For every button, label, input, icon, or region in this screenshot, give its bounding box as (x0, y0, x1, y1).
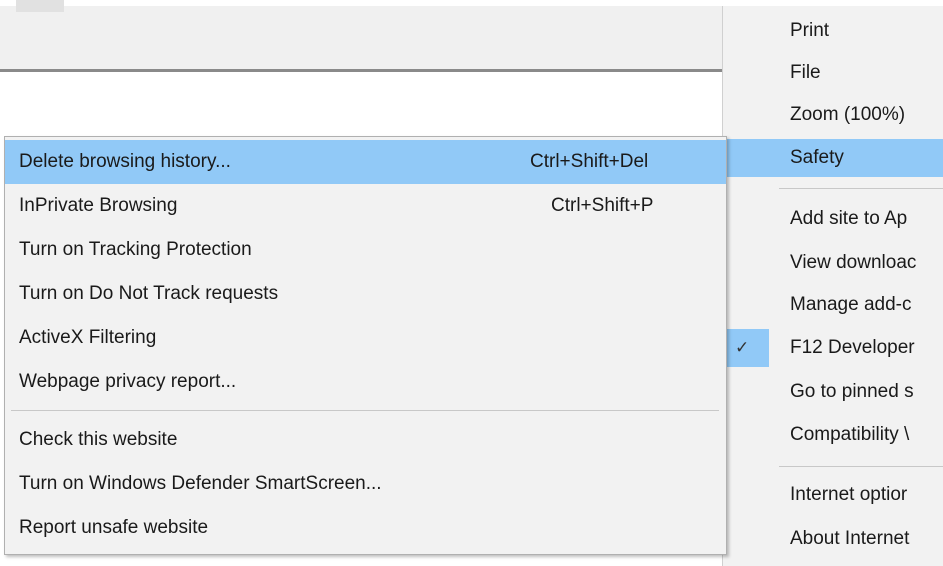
menu-item-label: Add site to Ap (790, 208, 908, 229)
browser-tab-stub[interactable] (16, 0, 64, 12)
submenu-item-delete-browsing-history[interactable]: Delete browsing history... Ctrl+Shift+De… (5, 140, 726, 184)
menu-item-zoom[interactable]: Zoom (100%) (723, 96, 943, 134)
menu-item-label: Internet optior (790, 484, 908, 505)
submenu-item-label: Turn on Tracking Protection (19, 239, 252, 260)
menu-item-label: F12 Developer (790, 337, 915, 358)
menu-item-label: Print (790, 20, 830, 41)
submenu-item-label: Turn on Windows Defender SmartScreen... (19, 473, 382, 494)
menu-item-safety[interactable]: Safety (723, 139, 943, 177)
submenu-item-label: ActiveX Filtering (19, 327, 157, 348)
menu-item-add-site-to-apps[interactable]: Add site to Ap (723, 200, 943, 238)
menu-item-internet-options[interactable]: Internet optior (723, 476, 943, 514)
submenu-item-shortcut: Ctrl+Shift+Del (530, 151, 649, 172)
submenu-item-label: Check this website (19, 429, 178, 450)
submenu-item-label: Report unsafe website (19, 517, 209, 538)
menu-item-label: About Internet (790, 528, 910, 549)
menu-item-go-to-pinned-sites[interactable]: Go to pinned s (723, 373, 943, 411)
menu-item-label: Safety (790, 147, 844, 168)
menu-item-label: Go to pinned s (790, 381, 914, 402)
submenu-item-label: Webpage privacy report... (19, 371, 237, 392)
menu-item-file[interactable]: File (723, 54, 943, 92)
submenu-item-label: InPrivate Browsing (19, 195, 178, 216)
menu-separator (779, 466, 943, 467)
menu-item-label: File (790, 62, 821, 83)
submenu-item-report-unsafe-website[interactable]: Report unsafe website (5, 506, 726, 550)
submenu-item-label: Delete browsing history... (19, 151, 231, 172)
menu-item-about-internet-explorer[interactable]: About Internet (723, 520, 943, 558)
submenu-item-tracking-protection[interactable]: Turn on Tracking Protection (5, 228, 726, 272)
check-icon: ✓ (735, 338, 750, 357)
menu-item-label: Compatibility \ (790, 424, 910, 445)
submenu-item-check-this-website[interactable]: Check this website (5, 418, 726, 462)
menu-separator (779, 188, 943, 189)
submenu-item-label: Turn on Do Not Track requests (19, 283, 279, 304)
submenu-item-smartscreen[interactable]: Turn on Windows Defender SmartScreen... (5, 462, 726, 506)
menu-item-print[interactable]: Print (723, 12, 943, 50)
menu-item-label: Zoom (100%) (790, 104, 906, 125)
submenu-item-webpage-privacy-report[interactable]: Webpage privacy report... (5, 360, 726, 404)
menu-item-f12-developer-tools[interactable]: ✓ F12 Developer (723, 329, 943, 367)
safety-submenu: Delete browsing history... Ctrl+Shift+De… (4, 136, 727, 555)
tools-menu: Print File Zoom (100%) Safety Add site t… (722, 6, 943, 566)
submenu-item-activex-filtering[interactable]: ActiveX Filtering (5, 316, 726, 360)
submenu-separator (11, 410, 719, 411)
browser-toolbar (0, 0, 722, 71)
toolbar-divider (0, 69, 722, 72)
submenu-item-do-not-track[interactable]: Turn on Do Not Track requests (5, 272, 726, 316)
menu-item-view-downloads[interactable]: View downloac (723, 244, 943, 282)
menu-item-label: View downloac (790, 252, 917, 273)
menu-item-label: Manage add-c (790, 294, 912, 315)
submenu-item-inprivate-browsing[interactable]: InPrivate Browsing Ctrl+Shift+P (5, 184, 726, 228)
menu-item-manage-addons[interactable]: Manage add-c (723, 286, 943, 324)
menu-item-compatibility-view[interactable]: Compatibility \ (723, 416, 943, 454)
submenu-item-shortcut: Ctrl+Shift+P (551, 195, 654, 216)
